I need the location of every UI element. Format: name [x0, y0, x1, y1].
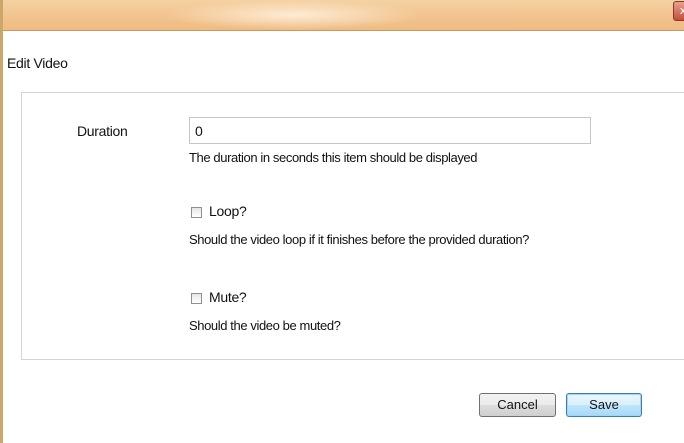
- dialog-title: Edit Video: [7, 55, 68, 71]
- loop-checkbox[interactable]: [191, 207, 202, 218]
- duration-help-text: The duration in seconds this item should…: [189, 150, 478, 165]
- loop-label[interactable]: Loop?: [209, 203, 247, 219]
- window-titlebar[interactable]: x: [3, 0, 684, 31]
- titlebar-glow: [163, 0, 423, 30]
- edit-video-dialog: x Edit Video Duration The duration in se…: [0, 0, 684, 443]
- duration-input[interactable]: [189, 117, 591, 144]
- save-button[interactable]: Save: [566, 393, 642, 417]
- loop-help-text: Should the video loop if it finishes bef…: [189, 232, 530, 247]
- cancel-button[interactable]: Cancel: [479, 393, 556, 417]
- mute-help-text: Should the video be muted?: [189, 318, 341, 333]
- mute-checkbox[interactable]: [191, 293, 202, 304]
- duration-label: Duration: [77, 123, 128, 139]
- close-icon[interactable]: x: [673, 1, 684, 21]
- mute-label[interactable]: Mute?: [209, 289, 247, 305]
